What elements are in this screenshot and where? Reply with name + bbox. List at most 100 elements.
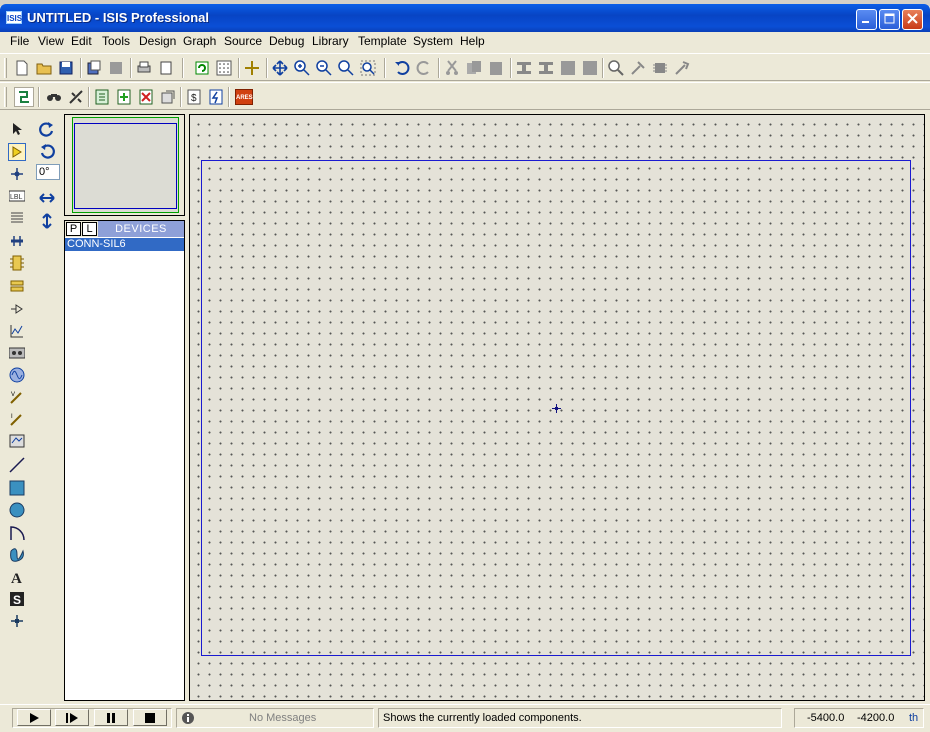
ares-label: ARES	[235, 89, 253, 105]
search-tag-icon[interactable]	[44, 87, 64, 107]
paste-icon[interactable]	[486, 58, 506, 78]
toolbar-grip[interactable]	[4, 58, 7, 78]
circle-icon[interactable]	[8, 501, 26, 519]
text-icon[interactable]: A	[8, 568, 26, 586]
menu-graph[interactable]: Graph	[183, 34, 216, 48]
title-bar[interactable]: ISIS UNTITLED - ISIS Professional	[0, 4, 930, 32]
menu-tools[interactable]: Tools	[102, 34, 130, 48]
tape-recorder-icon[interactable]	[8, 344, 26, 362]
library-manager-button[interactable]: L	[82, 222, 97, 236]
menu-system[interactable]: System	[413, 34, 453, 48]
closed-path-icon[interactable]	[8, 546, 26, 564]
print-icon[interactable]	[134, 58, 154, 78]
pick-devices-button[interactable]: P	[66, 222, 81, 236]
text-script-icon[interactable]	[8, 209, 26, 227]
remove-sheet-icon[interactable]	[136, 87, 156, 107]
toolbar-grip[interactable]	[4, 87, 7, 107]
maximize-button[interactable]	[879, 9, 900, 30]
make-device-icon[interactable]	[628, 58, 648, 78]
block-rotate-icon[interactable]	[558, 58, 578, 78]
arc-icon[interactable]	[8, 524, 26, 542]
component-mode-icon[interactable]	[8, 143, 26, 161]
undo-icon[interactable]	[392, 58, 412, 78]
grid-icon[interactable]	[214, 58, 234, 78]
line-icon[interactable]	[8, 456, 26, 474]
wire-label-icon[interactable]: LBL	[8, 187, 26, 205]
mirror-vertical-icon[interactable]	[36, 211, 58, 231]
menu-design[interactable]: Design	[139, 34, 176, 48]
step-icon	[66, 712, 78, 723]
menu-edit[interactable]: Edit	[71, 34, 92, 48]
zoom-in-icon[interactable]	[292, 58, 312, 78]
voltage-probe-icon[interactable]: V	[8, 388, 26, 406]
minimize-icon	[862, 21, 869, 23]
redo-icon[interactable]	[414, 58, 434, 78]
virtual-instruments-icon[interactable]	[8, 432, 26, 450]
device-pins-icon[interactable]	[8, 300, 26, 318]
design-explorer-icon[interactable]	[92, 87, 112, 107]
false-origin-icon[interactable]	[242, 58, 262, 78]
electrical-rule-check-icon[interactable]	[206, 87, 226, 107]
terminals-icon[interactable]	[8, 277, 26, 295]
block-copy-icon[interactable]	[514, 58, 534, 78]
overview-window[interactable]	[64, 114, 185, 216]
stop-button[interactable]	[133, 709, 167, 726]
packaging-tool-icon[interactable]	[650, 58, 670, 78]
generator-icon[interactable]	[8, 366, 26, 384]
current-probe-icon[interactable]: I	[8, 410, 26, 428]
bill-of-materials-icon[interactable]: $	[184, 87, 204, 107]
pan-icon[interactable]	[270, 58, 290, 78]
junction-dot-icon[interactable]	[8, 165, 26, 183]
rotation-angle-field[interactable]: 0°	[36, 164, 60, 180]
block-delete-icon[interactable]	[580, 58, 600, 78]
goto-child-icon[interactable]	[158, 87, 178, 107]
object-selector-header: P L DEVICES	[65, 221, 184, 237]
subcircuit-icon[interactable]	[8, 254, 26, 272]
menu-file[interactable]: File	[10, 34, 29, 48]
set-area-icon[interactable]	[156, 58, 176, 78]
menu-source[interactable]: Source	[224, 34, 262, 48]
wire-autorouter-icon[interactable]	[14, 87, 34, 107]
list-item[interactable]: CONN-SIL6	[65, 238, 184, 251]
export-section-icon[interactable]	[106, 58, 126, 78]
mode-toolbar: LBL V I A S	[4, 116, 32, 706]
decompose-icon[interactable]	[672, 58, 692, 78]
info-icon	[182, 712, 194, 724]
minimize-button[interactable]	[856, 9, 877, 30]
marker-icon[interactable]	[8, 612, 26, 630]
copy-icon[interactable]	[464, 58, 484, 78]
rotate-clockwise-icon[interactable]	[36, 119, 58, 139]
open-folder-icon[interactable]	[34, 58, 54, 78]
zoom-out-icon[interactable]	[314, 58, 334, 78]
menu-template[interactable]: Template	[358, 34, 407, 48]
save-icon[interactable]	[56, 58, 76, 78]
new-file-icon[interactable]	[12, 58, 32, 78]
symbol-icon[interactable]: S	[8, 590, 26, 608]
zoom-area-icon[interactable]	[358, 58, 378, 78]
new-sheet-icon[interactable]	[114, 87, 134, 107]
editing-window[interactable]	[189, 114, 925, 701]
close-button[interactable]	[902, 9, 923, 30]
box-icon[interactable]	[8, 479, 26, 497]
cut-icon[interactable]	[442, 58, 462, 78]
menu-debug[interactable]: Debug	[269, 34, 304, 48]
refresh-icon[interactable]	[192, 58, 212, 78]
selection-mode-icon[interactable]	[8, 120, 26, 138]
mirror-horizontal-icon[interactable]	[36, 188, 58, 208]
menu-view[interactable]: View	[38, 34, 64, 48]
pause-button[interactable]	[94, 709, 128, 726]
rotate-anticlockwise-icon[interactable]	[36, 141, 58, 161]
ares-button[interactable]: ARES	[234, 87, 254, 107]
message-panel[interactable]: No Messages	[176, 708, 374, 728]
buses-icon[interactable]	[8, 232, 26, 250]
import-section-icon[interactable]	[84, 58, 104, 78]
menu-library[interactable]: Library	[312, 34, 349, 48]
property-assignment-icon[interactable]	[66, 87, 86, 107]
menu-help[interactable]: Help	[460, 34, 485, 48]
block-move-icon[interactable]	[536, 58, 556, 78]
play-button[interactable]	[17, 709, 51, 726]
pick-device-icon[interactable]	[606, 58, 626, 78]
step-button[interactable]	[55, 709, 89, 726]
graph-mode-icon[interactable]	[8, 322, 26, 340]
zoom-all-icon[interactable]	[336, 58, 356, 78]
